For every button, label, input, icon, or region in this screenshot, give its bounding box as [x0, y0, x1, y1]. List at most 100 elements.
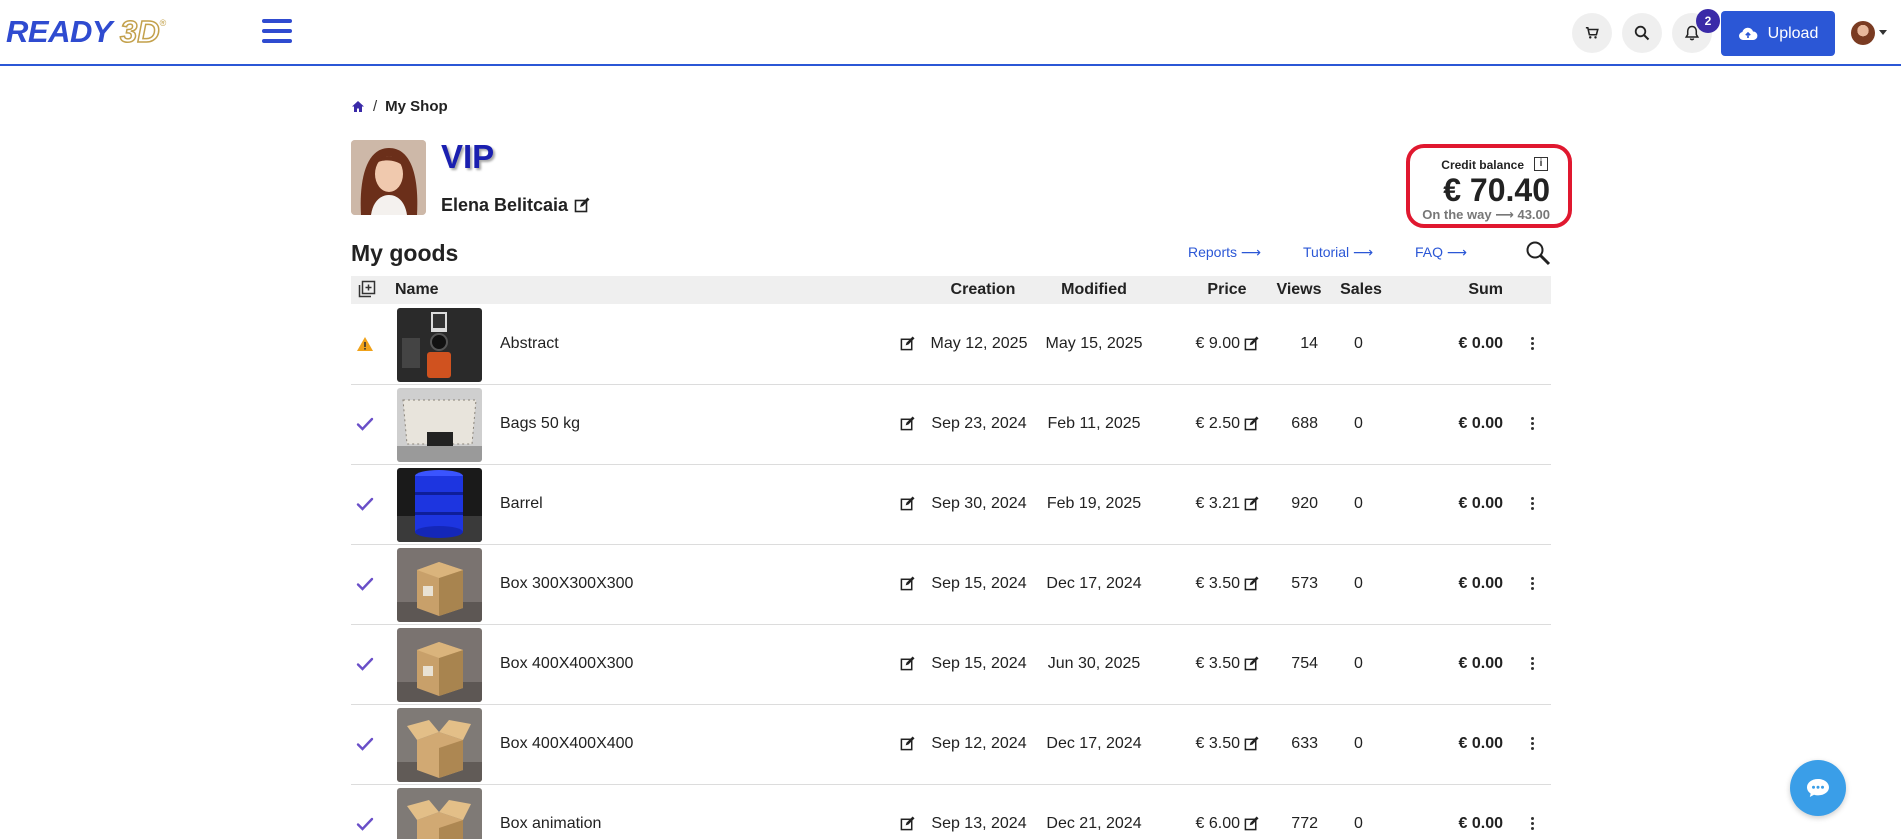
- table-row[interactable]: Box 300X300X300 Sep 15, 2024 Dec 17, 2024 €…: [351, 545, 1551, 625]
- chat-button[interactable]: [1790, 760, 1846, 816]
- product-modified-date: Dec 17, 2024: [1046, 735, 1142, 752]
- check-icon: [356, 495, 376, 515]
- product-sum: € 0.00: [1458, 655, 1503, 672]
- product-views: 688: [1291, 415, 1318, 432]
- column-price[interactable]: Price: [1197, 281, 1257, 299]
- edit-product-icon[interactable]: [900, 416, 915, 436]
- bulk-add-icon[interactable]: [358, 280, 376, 303]
- product-price: € 2.50: [1195, 415, 1240, 432]
- breadcrumb-separator: /: [373, 98, 378, 115]
- edit-product-icon[interactable]: [900, 736, 915, 756]
- edit-product-icon[interactable]: [900, 656, 915, 676]
- check-icon: [356, 655, 376, 675]
- product-thumbnail[interactable]: [397, 308, 482, 382]
- more-options-icon[interactable]: [1531, 817, 1535, 832]
- table-row[interactable]: Box animation Sep 13, 2024 Dec 21, 2024 € 6…: [351, 785, 1551, 839]
- product-price: € 9.00: [1195, 335, 1240, 352]
- product-views: 14: [1300, 335, 1318, 352]
- product-modified-date: Dec 17, 2024: [1046, 575, 1142, 592]
- upload-button[interactable]: Upload: [1721, 11, 1835, 56]
- more-options-icon[interactable]: [1531, 577, 1535, 592]
- user-avatar[interactable]: [1851, 21, 1875, 45]
- product-thumbnail[interactable]: [397, 628, 482, 702]
- product-creation-date: Sep 30, 2024: [931, 495, 1027, 512]
- goods-table-header: Name Creation Modified Price Views Sales…: [351, 276, 1551, 304]
- edit-product-icon[interactable]: [900, 496, 915, 516]
- product-modified-date: May 15, 2025: [1045, 335, 1143, 352]
- info-icon[interactable]: i: [1534, 157, 1548, 171]
- product-thumbnail[interactable]: [397, 548, 482, 622]
- product-name[interactable]: Box 300X300X300: [500, 575, 633, 593]
- product-sum: € 0.00: [1458, 815, 1503, 832]
- product-thumbnail[interactable]: [397, 788, 482, 839]
- more-options-icon[interactable]: [1531, 657, 1535, 672]
- ready3d-logo[interactable]: READY 3D ®: [6, 13, 167, 50]
- table-row[interactable]: Barrel Sep 30, 2024 Feb 19, 2025 € 3.21 920 0…: [351, 465, 1551, 545]
- cart-icon: [1585, 26, 1599, 39]
- logo-text: READY: [6, 14, 113, 49]
- more-options-icon[interactable]: [1531, 417, 1535, 432]
- product-views: 633: [1291, 735, 1318, 752]
- product-name[interactable]: Box 400X400X300: [500, 655, 633, 673]
- column-name[interactable]: Name: [395, 281, 439, 299]
- edit-product-icon[interactable]: [900, 336, 915, 356]
- product-views: 772: [1291, 815, 1318, 832]
- credit-balance-card: Credit balance i € 70.40 On the way ⟶ 43…: [1406, 144, 1572, 228]
- reports-link[interactable]: Reports ⟶: [1188, 244, 1261, 261]
- edit-profile-icon[interactable]: [574, 197, 590, 213]
- credit-label: Credit balance: [1441, 158, 1524, 172]
- edit-product-icon[interactable]: [900, 576, 915, 596]
- column-views[interactable]: Views: [1269, 281, 1329, 299]
- check-icon: [356, 735, 376, 755]
- table-row[interactable]: Abstract May 12, 2025 May 15, 2025 € 9.00 14…: [351, 305, 1551, 385]
- product-modified-date: Feb 11, 2025: [1047, 415, 1141, 432]
- goods-title: My goods: [351, 240, 459, 266]
- product-creation-date: Sep 15, 2024: [931, 655, 1027, 672]
- credit-amount: € 70.40: [1443, 172, 1550, 208]
- faq-link[interactable]: FAQ ⟶: [1415, 244, 1467, 261]
- table-row[interactable]: Bags 50 kg Sep 23, 2024 Feb 11, 2025 € 2.50…: [351, 385, 1551, 465]
- product-name[interactable]: Box 400X400X400: [500, 735, 633, 753]
- credit-on-the-way: On the way ⟶ 43.00: [1422, 207, 1550, 222]
- more-options-icon[interactable]: [1531, 737, 1535, 752]
- logo-registered: ®: [159, 18, 167, 28]
- breadcrumb: / My Shop: [351, 98, 448, 115]
- search-button[interactable]: [1622, 13, 1662, 53]
- chevron-down-icon[interactable]: [1879, 30, 1887, 35]
- column-creation[interactable]: Creation: [933, 281, 1033, 299]
- home-icon[interactable]: [351, 100, 365, 113]
- breadcrumb-current: My Shop: [385, 98, 448, 115]
- product-sum: € 0.00: [1458, 575, 1503, 592]
- product-name[interactable]: Bags 50 kg: [500, 415, 580, 433]
- more-options-icon[interactable]: [1531, 497, 1535, 512]
- product-thumbnail[interactable]: [397, 708, 482, 782]
- menu-icon[interactable]: [262, 19, 292, 45]
- product-creation-date: Sep 15, 2024: [931, 575, 1027, 592]
- product-creation-date: Sep 13, 2024: [931, 815, 1027, 832]
- table-row[interactable]: Box 400X400X400 Sep 12, 2024 Dec 17, 2024 €…: [351, 705, 1551, 785]
- search-goods-icon[interactable]: [1525, 240, 1551, 266]
- product-sales: 0: [1354, 415, 1363, 432]
- product-views: 754: [1291, 655, 1318, 672]
- more-options-icon[interactable]: [1531, 337, 1535, 352]
- table-row[interactable]: Box 400X400X300 Sep 15, 2024 Jun 30, 2025 €…: [351, 625, 1551, 705]
- profile-name: Elena Belitcaia: [441, 195, 569, 215]
- product-name[interactable]: Abstract: [500, 335, 559, 353]
- product-thumbnail[interactable]: [397, 388, 482, 462]
- tutorial-link[interactable]: Tutorial ⟶: [1303, 244, 1373, 261]
- product-name[interactable]: Barrel: [500, 495, 543, 513]
- notifications-button[interactable]: 2: [1672, 9, 1720, 53]
- product-sum: € 0.00: [1458, 415, 1503, 432]
- product-views: 573: [1291, 575, 1318, 592]
- cart-button[interactable]: [1572, 13, 1612, 53]
- column-sales[interactable]: Sales: [1336, 281, 1386, 299]
- product-sales: 0: [1354, 735, 1363, 752]
- product-sales: 0: [1354, 815, 1363, 832]
- column-modified[interactable]: Modified: [1034, 281, 1154, 299]
- check-icon: [356, 575, 376, 595]
- edit-product-icon[interactable]: [900, 816, 915, 836]
- product-thumbnail[interactable]: [397, 468, 482, 542]
- column-sum[interactable]: Sum: [1443, 281, 1503, 299]
- product-name[interactable]: Box animation: [500, 815, 601, 833]
- product-price: € 3.50: [1195, 655, 1240, 672]
